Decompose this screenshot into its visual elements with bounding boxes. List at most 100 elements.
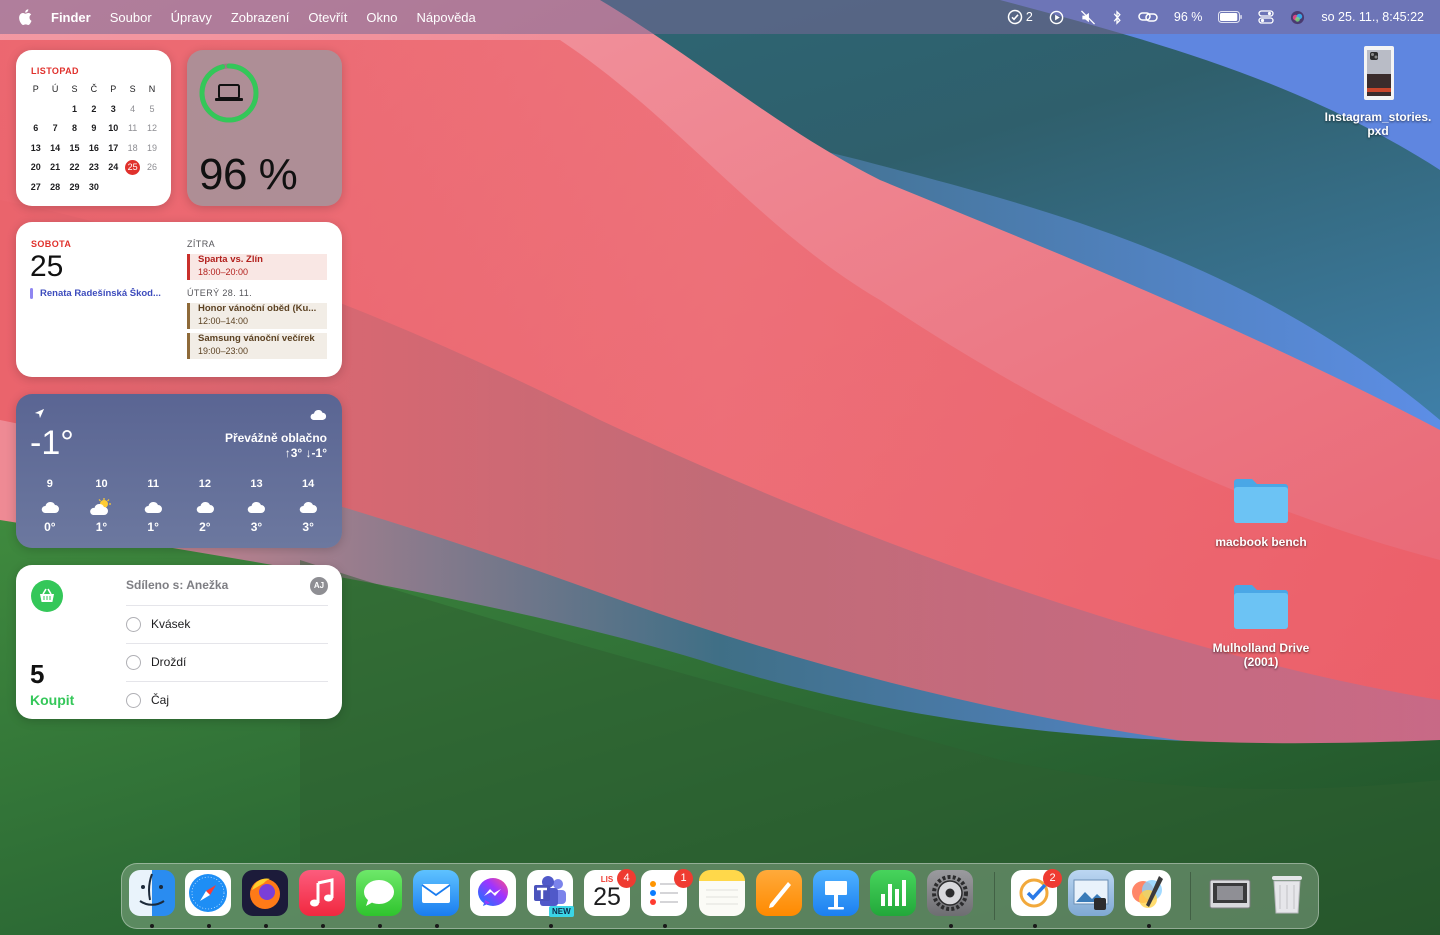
hourly-forecast-item: 11 1°: [127, 478, 179, 534]
bluetooth-icon[interactable]: [1112, 8, 1122, 26]
forecast-temp: 0°: [44, 520, 56, 534]
event-item[interactable]: Samsung vánoční večírek 19:00–23:00: [187, 333, 327, 359]
menu-app-name[interactable]: Finder: [51, 10, 91, 25]
calendar-day: 6: [33, 123, 39, 133]
reminder-item[interactable]: Čaj: [126, 681, 328, 718]
calendar-day: 27: [30, 181, 41, 192]
reminder-label: Kvásek: [151, 617, 191, 631]
reminder-checkbox[interactable]: [126, 616, 141, 632]
play-circle-icon[interactable]: [1049, 8, 1064, 26]
calendar-day: 11: [127, 123, 138, 133]
weekday-header: N: [148, 84, 156, 94]
dock-preview-icon[interactable]: [1068, 870, 1114, 916]
cloud-icon: [179, 494, 231, 520]
weather-widget[interactable]: -1° Převážně oblačno ↑3° ↓-1° 9 0° 10 1° 11 1…: [16, 394, 342, 548]
desktop-folder-macbook-bench[interactable]: macbook bench: [1200, 476, 1322, 549]
battery-ring: [199, 63, 259, 123]
dock-music-icon[interactable]: [299, 870, 345, 916]
forecast-hour: 9: [46, 478, 53, 490]
calendar-day: 10: [108, 123, 119, 133]
forecast-temp: 1°: [147, 520, 159, 534]
apple-menu-icon[interactable]: [18, 8, 32, 26]
running-indicator: [949, 924, 953, 928]
calendar-month-widget[interactable]: LISTOPAD P Ú S Č P S N 1 2 3 4 5 6 7 8 9 10 11 12 13 14 15 16 1…: [16, 50, 171, 206]
all-day-event[interactable]: Renata Radešínská Škod...: [30, 288, 180, 299]
dock-downloads-stack[interactable]: [1207, 870, 1253, 916]
reminder-label: Droždí: [151, 655, 187, 669]
desktop-folder-mulholland-drive[interactable]: Mulholland Drive (2001): [1200, 582, 1322, 669]
dock-numbers-icon[interactable]: [870, 870, 916, 916]
dock-trash-icon[interactable]: [1264, 870, 1310, 916]
weekday-header: Č: [90, 84, 98, 94]
menu-otevrit[interactable]: Otevřít: [308, 10, 347, 25]
cloud-icon: [310, 410, 327, 420]
hourly-forecast-item: 9 0°: [24, 478, 76, 534]
menu-soubor[interactable]: Soubor: [110, 10, 152, 25]
events-day-number: 25: [30, 250, 64, 283]
event-title: Sparta vs. Zlín: [198, 254, 263, 265]
dock-keynote-icon[interactable]: [813, 870, 859, 916]
dock-teams-icon[interactable]: NEW: [527, 870, 574, 917]
tasks-notification-badge: 2: [1043, 869, 1062, 888]
dock-pages-icon[interactable]: [756, 870, 802, 916]
reminder-checkbox[interactable]: [126, 654, 141, 670]
menu-zobrazeni[interactable]: Zobrazení: [231, 10, 290, 25]
tasks-count: 2: [1025, 10, 1033, 24]
dock-pixelmator-icon[interactable]: [1125, 870, 1171, 916]
running-indicator: [1033, 924, 1037, 928]
reminder-checkbox[interactable]: [126, 692, 141, 708]
forecast-hour: 13: [250, 478, 263, 490]
event-item[interactable]: Sparta vs. Zlín 18:00–20:00: [187, 254, 327, 280]
calendar-day: 26: [147, 162, 158, 172]
reminder-item[interactable]: Kvásek: [126, 605, 328, 642]
clock-datetime[interactable]: so 25. 11., 8:45:22: [1321, 10, 1424, 24]
weather-condition: Převážně oblačno ↑3° ↓-1°: [225, 431, 327, 461]
dock-finder-icon[interactable]: [129, 870, 175, 916]
dock-messages-icon[interactable]: [356, 870, 402, 916]
dock-mail-icon[interactable]: [413, 870, 459, 916]
calendar-day: 5: [149, 103, 155, 114]
dock-system-settings-icon[interactable]: [927, 870, 973, 916]
battery-icon[interactable]: [1218, 8, 1243, 26]
dock-calendar-day: 25: [593, 883, 621, 911]
event-item[interactable]: Honor vánoční oběd (Ku... 12:00–14:00: [187, 303, 327, 329]
new-badge: NEW: [549, 906, 574, 917]
partly-sunny-icon: [76, 494, 128, 520]
reminders-widget[interactable]: 5 Koupit Sdíleno s: Anežka AJ Kvásek Dro…: [16, 565, 342, 719]
tasks-status-item[interactable]: 2: [1007, 8, 1033, 26]
speaker-muted-icon[interactable]: [1080, 8, 1096, 26]
weekday-header: P: [110, 84, 117, 94]
dock-firefox-icon[interactable]: [242, 870, 288, 916]
siri-icon[interactable]: [1290, 8, 1305, 26]
dock-messenger-icon[interactable]: [470, 870, 516, 916]
menu-upravy[interactable]: Úpravy: [171, 10, 212, 25]
reminders-count: 5: [30, 659, 45, 689]
location-arrow-icon: [34, 408, 45, 419]
menu-okno[interactable]: Okno: [366, 10, 397, 25]
current-temperature: -1°: [30, 424, 74, 462]
reminder-item[interactable]: Droždí: [126, 643, 328, 680]
calendar-today: 25: [125, 160, 141, 175]
dock-safari-icon[interactable]: [185, 870, 231, 916]
link-icon[interactable]: [1138, 8, 1158, 26]
calendar-day: 18: [127, 142, 138, 153]
dock-notes-icon[interactable]: [699, 870, 745, 916]
control-center-icon[interactable]: [1258, 8, 1275, 26]
weekday-header: Ú: [51, 84, 59, 94]
battery-widget[interactable]: 96 %: [187, 50, 342, 206]
desktop-file-instagram-stories[interactable]: Instagram_stories. pxd: [1318, 44, 1438, 138]
running-indicator: [435, 924, 439, 928]
calendar-day: 30: [88, 181, 99, 192]
calendar-events-widget[interactable]: SOBOTA 25 Renata Radešínská Škod... ZÍTR…: [16, 222, 342, 377]
running-indicator: [663, 924, 667, 928]
dock-separator: [994, 872, 995, 920]
menu-napoveda[interactable]: Nápověda: [416, 10, 475, 25]
weekday-header: S: [129, 84, 136, 94]
running-indicator: [150, 924, 154, 928]
folder-icon: [1234, 479, 1288, 523]
folder-name: macbook bench: [1215, 535, 1307, 549]
forecast-hour: 14: [302, 478, 315, 490]
forecast-temp: 2°: [199, 520, 211, 534]
calendar-day: 4: [130, 103, 136, 114]
basket-icon: [31, 580, 63, 612]
